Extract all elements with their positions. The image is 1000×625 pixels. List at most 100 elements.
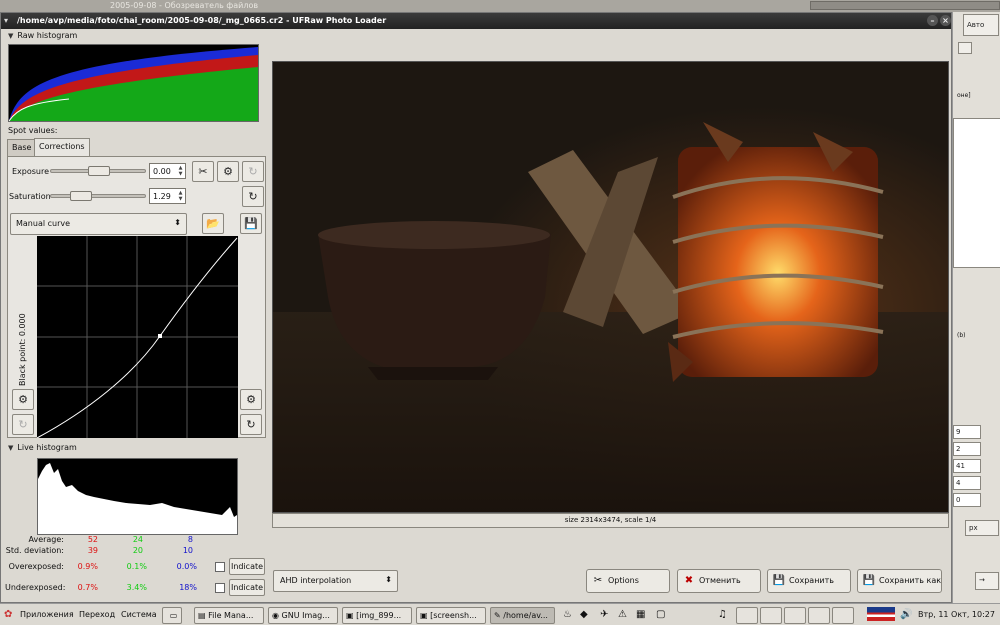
curve-anchor-point[interactable] xyxy=(158,334,162,338)
background-icon xyxy=(958,42,972,54)
curve-auto-button[interactable]: ⚙ xyxy=(240,389,262,410)
keyboard-layout-flag-icon[interactable] xyxy=(867,607,895,621)
overexposed-green: 0.1% xyxy=(126,562,147,571)
background-field[interactable]: 0 xyxy=(953,493,981,507)
spin-arrows-icon[interactable]: ▲ ▼ xyxy=(177,165,184,177)
exposure-spin[interactable]: 0.00 ▲ ▼ xyxy=(149,163,186,179)
background-list xyxy=(953,118,1000,268)
warning-icon[interactable]: ⚠ xyxy=(618,607,627,624)
save-label: Сохранить xyxy=(789,576,834,585)
curve-reset-button[interactable]: ↻ xyxy=(240,414,262,435)
preview-image[interactable] xyxy=(272,61,949,513)
background-field[interactable]: 4 xyxy=(953,476,981,490)
average-label: Average: xyxy=(28,535,64,544)
background-field[interactable]: 41 xyxy=(953,459,981,473)
spin-arrows-icon[interactable]: ▲ ▼ xyxy=(177,190,184,202)
raw-histogram-label: Raw histogram xyxy=(17,31,78,40)
close-button[interactable]: × xyxy=(940,15,951,26)
background-button[interactable]: → xyxy=(975,572,999,590)
task-ufraw[interactable]: ✎ /home/av... xyxy=(490,607,555,624)
window-menu-icon[interactable]: ▾ xyxy=(4,16,8,25)
menu-places[interactable]: Переход xyxy=(79,607,115,624)
tray-icon[interactable]: ▢ xyxy=(656,607,665,624)
image-icon: ▣ xyxy=(420,611,431,620)
stddev-blue: 10 xyxy=(182,546,193,555)
saturation-slider[interactable] xyxy=(50,191,146,201)
interpolation-value: AHD interpolation xyxy=(280,576,352,585)
task-file-manager[interactable]: ▤ File Mana... xyxy=(194,607,264,624)
task-img[interactable]: ▣ [img_899... xyxy=(342,607,412,624)
workspace-1[interactable] xyxy=(736,607,758,624)
mouse-icon[interactable]: ♨ xyxy=(563,607,572,624)
curve-combo[interactable]: Manual curve ⬍ xyxy=(10,213,187,235)
exposure-value: 0.00 xyxy=(153,167,171,176)
save-as-icon: 💾 xyxy=(862,575,876,586)
overexposed-blue: 0.0% xyxy=(176,562,197,571)
task-screenshot[interactable]: ▣ [screensh... xyxy=(416,607,486,624)
live-histogram xyxy=(37,458,238,535)
background-gimp-panel: Авто оне] (b) 9 2 41 4 0 px → xyxy=(952,12,1000,603)
save-as-button[interactable]: 💾 Сохранить как xyxy=(857,569,942,593)
floppy-icon: 💾 xyxy=(772,575,786,586)
background-field[interactable]: 9 xyxy=(953,425,981,439)
raw-histogram-expander[interactable]: ▼ Raw histogram xyxy=(8,31,77,40)
task-gimp[interactable]: ◉ GNU Imag... xyxy=(268,607,338,624)
underexposed-green: 3.4% xyxy=(126,583,147,592)
curve-editor[interactable] xyxy=(36,236,238,439)
preview-size-status: size 2314x3474, scale 1/4 xyxy=(272,513,949,528)
workspace-5[interactable] xyxy=(832,607,854,624)
exposure-reset-button[interactable]: ↻ xyxy=(242,161,264,182)
live-histogram-expander[interactable]: ▼ Live histogram xyxy=(8,443,77,452)
tray-icon[interactable]: ✈ xyxy=(600,607,608,624)
tray-icon[interactable]: ◆ xyxy=(580,607,588,624)
gimp-icon: ◉ xyxy=(272,611,282,620)
folder-icon: ▤ xyxy=(198,611,209,620)
underexposed-checkbox[interactable] xyxy=(215,583,225,593)
save-curve-button[interactable]: 💾 xyxy=(240,213,262,234)
exposure-slider-handle[interactable] xyxy=(88,166,110,176)
task-label: [img_899... xyxy=(356,611,402,620)
menu-applications[interactable]: Приложения xyxy=(20,607,74,624)
exposure-auto-button[interactable]: ⚙ xyxy=(217,161,239,182)
curve-plot[interactable] xyxy=(36,236,238,439)
cancel-icon: ✖ xyxy=(684,575,694,586)
background-auto-button[interactable]: Авто xyxy=(963,14,999,36)
saturation-slider-handle[interactable] xyxy=(69,191,92,201)
exposure-slider[interactable] xyxy=(50,166,146,176)
tray-icon[interactable]: ▦ xyxy=(636,607,645,624)
open-curve-button[interactable]: 📂 xyxy=(202,213,224,234)
workspace-4[interactable] xyxy=(808,607,830,624)
background-field[interactable]: 2 xyxy=(953,442,981,456)
cancel-button[interactable]: ✖ Отменить xyxy=(677,569,761,593)
auto-adjust-button[interactable]: ✂ xyxy=(192,161,214,182)
background-unit-combo[interactable]: px xyxy=(965,520,999,536)
show-desktop-button[interactable]: ▭ xyxy=(162,607,182,624)
overexposed-checkbox[interactable] xyxy=(215,562,225,572)
tab-corrections[interactable]: Corrections xyxy=(34,138,90,156)
save-as-label: Сохранить как xyxy=(879,576,942,585)
background-text: (b) xyxy=(957,332,966,339)
music-icon[interactable]: ♫ xyxy=(718,607,727,624)
expander-arrow-icon: ▼ xyxy=(8,444,14,452)
save-button[interactable]: 💾 Сохранить xyxy=(767,569,851,593)
workspace-2[interactable] xyxy=(760,607,782,624)
overexposed-indicate-button[interactable]: Indicate xyxy=(229,558,265,575)
workspace-3[interactable] xyxy=(784,607,806,624)
saturation-spin[interactable]: 1.29 ▲ ▼ xyxy=(149,188,186,204)
volume-icon[interactable]: 🔊 xyxy=(900,607,912,624)
background-window-title: 2005-09-08 - Обозреватель файлов xyxy=(110,1,259,10)
saturation-reset-button[interactable]: ↻ xyxy=(242,186,264,207)
tab-base[interactable]: Base xyxy=(7,139,37,156)
black-point-auto-button[interactable]: ⚙ xyxy=(12,389,34,410)
saturation-label: Saturation xyxy=(9,192,51,201)
clock[interactable]: Втр, 11 Окт, 10:27 xyxy=(918,607,995,624)
menu-system[interactable]: Система xyxy=(121,607,157,624)
options-button[interactable]: ✂ Options xyxy=(586,569,670,593)
window-titlebar[interactable]: ▾ /home/avp/media/foto/chai_room/2005-09… xyxy=(1,13,951,29)
interpolation-combo[interactable]: AHD interpolation ⬍ xyxy=(273,570,398,592)
spot-values-label: Spot values: xyxy=(8,126,58,135)
underexposed-indicate-button[interactable]: Indicate xyxy=(229,579,265,596)
live-histogram-label: Live histogram xyxy=(17,443,77,452)
black-point-reset-button[interactable]: ↻ xyxy=(12,414,34,435)
minimize-button[interactable]: – xyxy=(927,15,938,26)
